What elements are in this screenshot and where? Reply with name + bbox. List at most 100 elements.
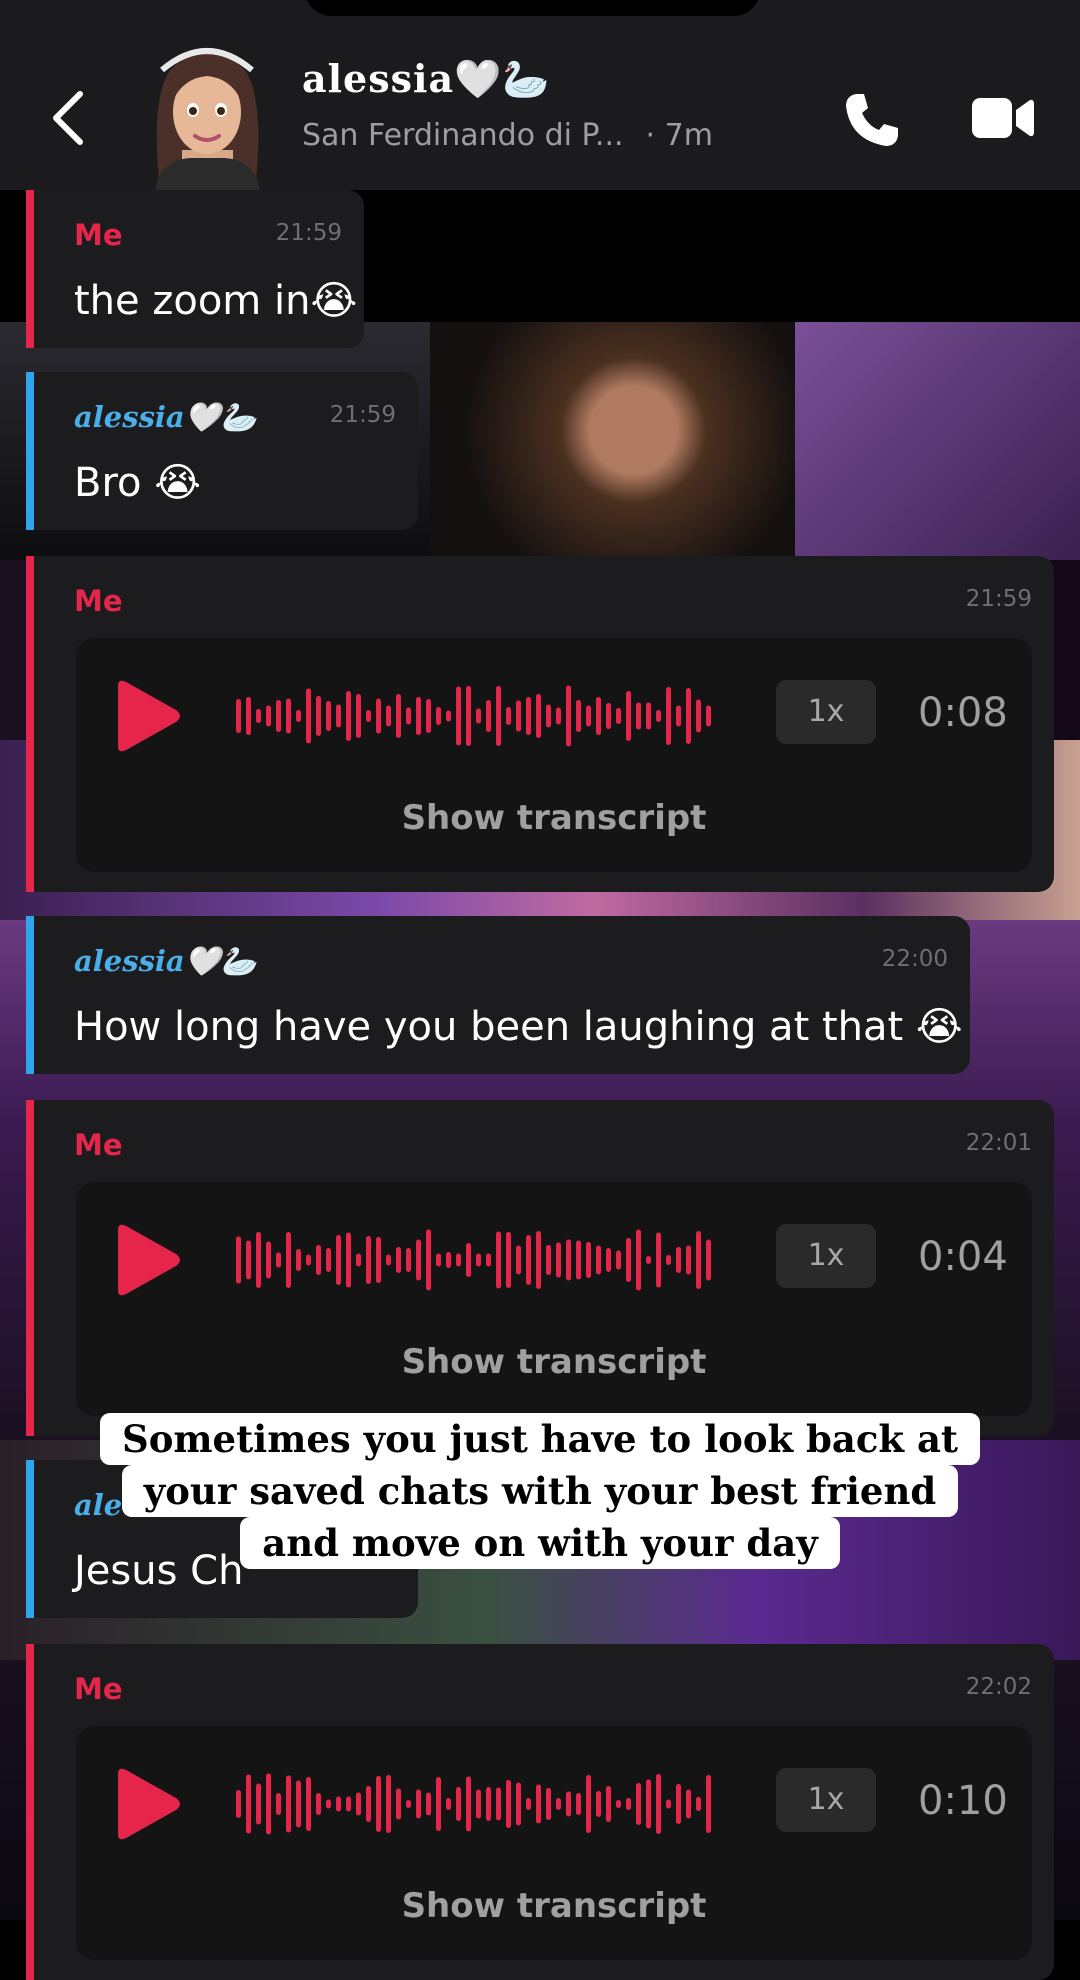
waveform-bar [556,707,561,725]
play-icon[interactable] [110,1766,182,1842]
waveform-bar [256,1783,261,1825]
message-text: Bro 😭 [74,460,201,506]
message-bubble[interactable]: alessia🤍🦢 21:59 Bro 😭 [26,372,418,530]
waveform-bar [346,1232,351,1288]
waveform-bar [266,1773,271,1835]
video-camera-icon[interactable] [972,96,1034,140]
waveform-bar [526,1798,531,1810]
waveform-bar [436,707,441,725]
waveform-bar [546,1788,551,1820]
play-icon[interactable] [110,678,182,754]
waveform-bar [586,1242,591,1278]
waveform-bar [556,1798,561,1810]
caption-line: and move on with your day [240,1517,840,1569]
waveform-bar [656,710,661,722]
contact-status: San Ferdinando di P... · 7m [302,118,713,153]
voice-player: 1x 0:08 Show transcript [76,638,1032,872]
waveform-bar [266,705,271,727]
play-icon[interactable] [110,1222,182,1298]
sender-name: Me [74,1672,123,1706]
waveform-bar [276,700,281,732]
waveform-bar [416,1239,421,1281]
show-transcript-button[interactable]: Show transcript [76,1342,1032,1382]
waveform-bar [646,702,651,730]
waveform-bar [246,1774,251,1834]
waveform-bar [256,1232,261,1288]
waveform-bar [446,710,451,722]
playback-speed-button[interactable]: 1x [776,1224,876,1288]
waveform-bar [576,1240,581,1280]
waveform-bar [596,1791,601,1817]
waveform-bar [536,1784,541,1824]
waveform-bar [596,1245,601,1275]
waveform-bar [406,707,411,725]
voice-message-bubble[interactable]: Me 22:01 1x 0:04 Show transcript [26,1100,1054,1436]
waveform-bar [616,1250,621,1270]
message-time: 21:59 [275,220,342,246]
message-time: 21:59 [965,586,1032,612]
waveform-bar [686,688,691,744]
waveform-bar [386,1775,391,1833]
voice-message-bubble[interactable]: Me 21:59 1x 0:08 Show transcript [26,556,1054,892]
waveform-bar [396,1247,401,1273]
waveform-bar [486,1253,491,1267]
contact-location: San Ferdinando di P... [302,118,624,153]
waveform-bar [546,1245,551,1275]
waveform-bar [486,1787,491,1821]
waveform-bar [506,1780,511,1828]
message-bubble[interactable]: Me 21:59 the zoom in😭 [26,190,364,348]
avatar[interactable] [140,40,275,190]
waveform-bar [266,1241,271,1279]
waveform-bar [706,1239,711,1281]
show-transcript-button[interactable]: Show transcript [76,1886,1032,1926]
waveform-bar [686,1245,691,1275]
voice-message-bubble[interactable]: Me 22:02 1x 0:10 Show transcript [26,1644,1054,1980]
voice-duration: 0:04 [918,1234,1008,1280]
waveform-bar [406,1248,411,1272]
message-time: 22:01 [965,1130,1032,1156]
waveform-bar [696,1231,701,1289]
waveform-bar [706,705,711,727]
waveform-bar [636,702,641,730]
waveform-bar [506,1232,511,1288]
message-time: 21:59 [329,402,396,428]
waveform-bar [246,697,251,735]
waveform-bar [556,1242,561,1278]
waveform-bar [346,691,351,741]
waveform-bar [356,1792,361,1816]
waveform-bar [426,699,431,733]
chevron-left-icon[interactable] [48,88,88,148]
waveform[interactable] [236,1228,716,1292]
waveform-bar [516,1782,521,1826]
waveform-bar [296,710,301,722]
message-time: 22:02 [965,1674,1032,1700]
waveform-bar [256,709,261,723]
waveform-bar [696,699,701,733]
last-seen: · 7m [645,118,713,153]
waveform-bar [236,699,241,733]
waveform-bar [526,1235,531,1285]
playback-speed-button[interactable]: 1x [776,680,876,744]
phone-icon[interactable] [842,90,902,150]
waveform-bar [456,1253,461,1267]
waveform[interactable] [236,1772,716,1836]
waveform-bar [536,1231,541,1289]
waveform-bar [576,700,581,732]
waveform-bar [366,1236,371,1284]
voice-duration: 0:10 [918,1778,1008,1824]
playback-speed-button[interactable]: 1x [776,1768,876,1832]
message-text: How long have you been laughing at that … [74,1004,963,1050]
waveform-bar [296,1249,301,1271]
waveform[interactable] [236,684,716,748]
waveform-bar [656,1232,661,1288]
show-transcript-button[interactable]: Show transcript [76,798,1032,838]
contact-name[interactable]: alessia🤍🦢 [302,56,551,102]
message-bubble[interactable]: alessia🤍🦢 22:00 How long have you been l… [26,916,970,1074]
waveform-bar [456,1787,461,1821]
waveform-bar [606,1248,611,1272]
waveform-bar [356,694,361,738]
waveform-bar [656,1774,661,1834]
waveform-bar [446,1798,451,1810]
waveform-bar [396,694,401,738]
waveform-bar [316,1793,321,1815]
